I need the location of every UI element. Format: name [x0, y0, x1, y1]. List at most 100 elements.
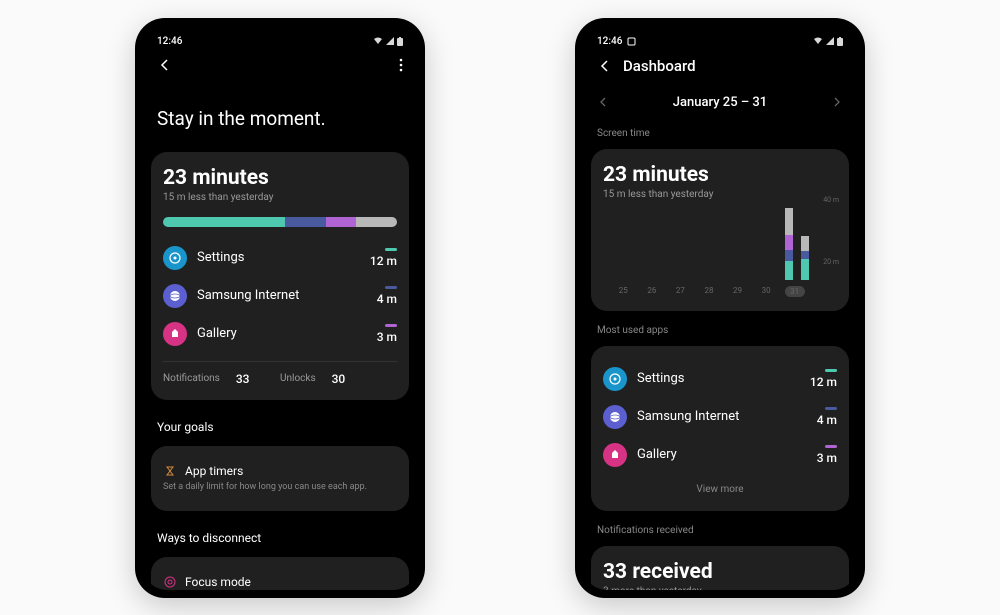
focus-mode-label: Focus mode — [185, 575, 251, 589]
chart-area — [603, 200, 815, 280]
bar-segment-teal — [163, 217, 285, 227]
app-timers-desc: Set a daily limit for how long you can u… — [163, 482, 397, 494]
app-duration: 3 m — [377, 324, 397, 344]
date-next-icon[interactable] — [831, 96, 843, 108]
chart-x-label[interactable]: 28 — [699, 286, 719, 297]
app-dot — [385, 248, 397, 251]
app-duration: 12 m — [370, 248, 397, 268]
screen-right: 12:46 Dashboard — [583, 26, 857, 590]
bar-segment-blue — [285, 217, 326, 227]
app-dot — [385, 286, 397, 289]
screen-time-sub: 15 m less than yesterday — [163, 192, 397, 203]
usage-bar — [163, 217, 397, 227]
app-row-internet[interactable]: Samsung Internet 4 m — [603, 398, 837, 436]
target-icon — [163, 575, 177, 589]
app-timers-item: App timers Set a daily limit for how lon… — [163, 460, 397, 498]
focus-mode-item: Focus mode Avoid distractions from your … — [163, 571, 397, 589]
chart-y-labels: 40 m 20 m — [823, 196, 839, 266]
date-nav: January 25 – 31 — [583, 85, 857, 120]
hero-title: Stay in the moment. — [143, 83, 417, 146]
screen-time-value: 23 minutes — [163, 166, 397, 190]
statusbar-time: 12:46 — [597, 36, 622, 47]
chart-x-axis: 25 26 27 28 29 30 31 — [603, 280, 815, 297]
gallery-icon — [163, 322, 187, 346]
date-prev-icon[interactable] — [597, 96, 609, 108]
notifications-stat[interactable]: Notifications 33 — [163, 372, 280, 386]
stats-row: Notifications 33 Unlocks 30 — [163, 361, 397, 386]
notifications-label: Notifications received — [583, 517, 857, 540]
app-name: Settings — [197, 250, 360, 265]
chart-x-label[interactable]: 25 — [613, 286, 633, 297]
app-name: Settings — [637, 371, 800, 386]
most-used-label: Most used apps — [583, 317, 857, 340]
chart-x-label[interactable]: 31 — [785, 286, 805, 297]
wifi-icon — [813, 37, 823, 45]
chart-x-label[interactable]: 30 — [756, 286, 776, 297]
headerbar — [143, 51, 417, 83]
statusbar-left-group: 12:46 — [597, 36, 636, 47]
signal-icon — [826, 37, 834, 45]
chart-x-label[interactable]: 29 — [728, 286, 748, 297]
phone-frame-left: 12:46 Stay in the moment. — [135, 18, 425, 598]
screen-time-card[interactable]: 23 minutes 15 m less than yesterday 40 m… — [591, 149, 849, 311]
gallery-icon — [603, 443, 627, 467]
unlocks-label: Unlocks — [280, 373, 316, 384]
chart-x-label[interactable]: 26 — [642, 286, 662, 297]
app-dot — [825, 445, 837, 448]
statusbar-right — [813, 37, 843, 46]
app-dot — [385, 324, 397, 327]
statusbar: 12:46 — [583, 26, 857, 51]
chart-bar[interactable] — [801, 236, 809, 279]
internet-icon — [163, 284, 187, 308]
app-row-gallery[interactable]: Gallery 3 m — [603, 436, 837, 474]
screen-time-value: 23 minutes — [603, 163, 837, 187]
statusbar-time: 12:46 — [157, 36, 182, 47]
screen-time-sub: 15 m less than yesterday — [603, 189, 837, 200]
app-name: Samsung Internet — [637, 409, 807, 424]
back-icon[interactable] — [597, 58, 613, 74]
your-goals-title: Your goals — [143, 406, 417, 440]
unlocks-stat[interactable]: Unlocks 30 — [280, 372, 397, 386]
phone-frame-right: 12:46 Dashboard — [575, 18, 865, 598]
chart-bar[interactable] — [785, 208, 793, 279]
focus-mode-card[interactable]: Focus mode Avoid distractions from your … — [151, 557, 409, 589]
app-dot — [825, 369, 837, 372]
notifications-sub: 3 more than yesterday — [603, 586, 837, 590]
app-duration: 3 m — [817, 445, 837, 465]
hourglass-icon — [163, 464, 177, 478]
unlocks-value: 30 — [332, 372, 346, 386]
wifi-icon — [373, 37, 383, 45]
internet-icon — [603, 405, 627, 429]
screenshot-indicator-icon — [627, 37, 636, 46]
app-duration: 12 m — [810, 369, 837, 389]
app-timers-label: App timers — [185, 464, 243, 478]
battery-icon — [397, 37, 403, 46]
chart-x-label[interactable]: 27 — [670, 286, 690, 297]
view-more-link[interactable]: View more — [603, 474, 837, 497]
signal-icon — [386, 37, 394, 45]
notifications-card[interactable]: 33 received 3 more than yesterday 40 — [591, 546, 849, 590]
screen-time-label: Screen time — [583, 120, 857, 143]
app-timers-card[interactable]: App timers Set a daily limit for how lon… — [151, 446, 409, 512]
battery-icon — [837, 37, 843, 46]
app-duration: 4 m — [377, 286, 397, 306]
app-dot — [825, 407, 837, 410]
more-icon[interactable] — [399, 57, 403, 73]
notifications-value: 33 received — [603, 560, 837, 584]
app-row-settings[interactable]: Settings 12 m — [163, 239, 397, 277]
app-duration: 4 m — [817, 407, 837, 427]
settings-icon — [163, 246, 187, 270]
dashboard-header: Dashboard — [583, 51, 857, 85]
app-name: Samsung Internet — [197, 288, 367, 303]
app-row-gallery[interactable]: Gallery 3 m — [163, 315, 397, 353]
app-row-internet[interactable]: Samsung Internet 4 m — [163, 277, 397, 315]
dashboard-title: Dashboard — [623, 57, 696, 75]
app-row-settings[interactable]: Settings 12 m — [603, 360, 837, 398]
back-icon[interactable] — [157, 57, 173, 73]
screen-time-card[interactable]: 23 minutes 15 m less than yesterday Sett… — [151, 152, 409, 400]
app-name: Gallery — [637, 447, 807, 462]
screen-left: 12:46 Stay in the moment. — [143, 26, 417, 590]
statusbar: 12:46 — [143, 26, 417, 51]
notifications-label: Notifications — [163, 373, 220, 384]
settings-icon — [603, 367, 627, 391]
